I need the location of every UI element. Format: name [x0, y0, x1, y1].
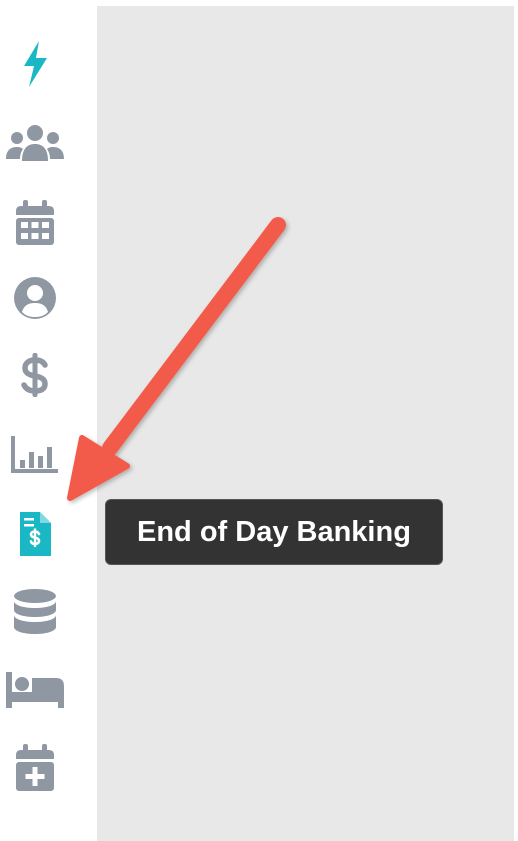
tooltip-text: End of Day Banking: [137, 516, 411, 548]
screen: End of Day Banking: [0, 0, 518, 841]
sidebar-item-quick-actions[interactable]: [0, 29, 70, 99]
lightning-icon: [24, 41, 47, 87]
main-content: [97, 6, 514, 841]
sidebar-item-end-of-day-banking[interactable]: [0, 499, 70, 569]
database-icon: [14, 589, 56, 634]
dollar-icon: [21, 353, 48, 397]
sidebar-item-clients[interactable]: [0, 109, 70, 179]
bed-icon: [6, 672, 64, 708]
sidebar-item-rooms[interactable]: [0, 655, 70, 725]
sidebar: [0, 0, 97, 841]
calendar-plus-icon: [16, 744, 54, 791]
sidebar-item-profile[interactable]: [0, 263, 70, 333]
sidebar-item-sales[interactable]: [0, 340, 70, 410]
file-invoice-dollar-icon: [20, 512, 51, 556]
users-icon: [6, 125, 64, 161]
sidebar-item-database[interactable]: [0, 577, 70, 647]
calendar-icon: [16, 200, 54, 245]
user-circle-icon: [14, 277, 56, 319]
sidebar-item-new-booking[interactable]: [0, 733, 70, 803]
sidebar-item-appointments[interactable]: [0, 188, 70, 258]
sidebar-item-reports[interactable]: [0, 419, 70, 489]
bar-chart-icon: [11, 436, 58, 473]
tooltip: End of Day Banking: [105, 499, 443, 565]
